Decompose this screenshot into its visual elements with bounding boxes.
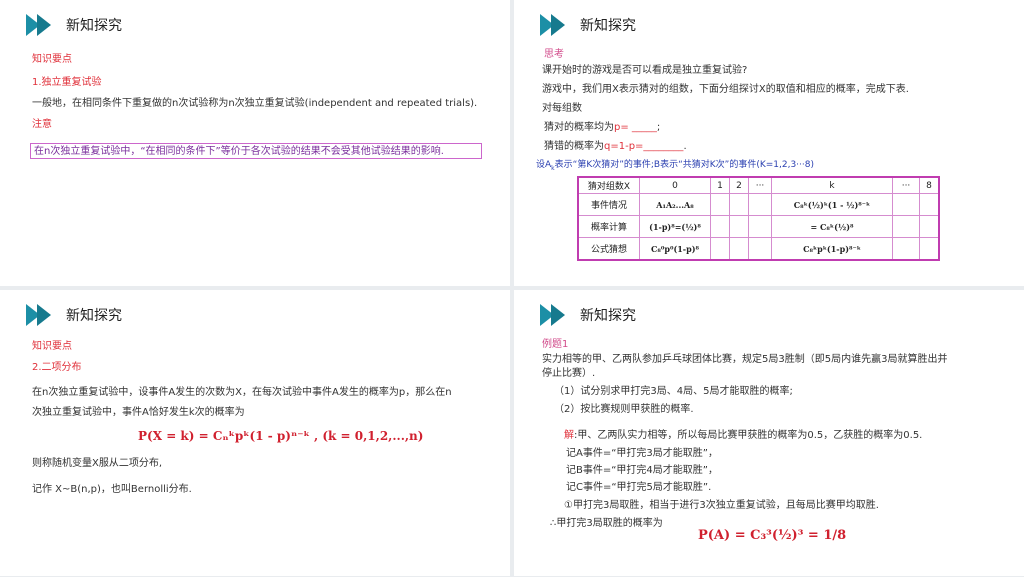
- table-cell: [892, 193, 920, 216]
- table-cell: C₈ᵏpᵏ(1-p)⁸⁻ᵏ: [771, 237, 893, 261]
- table-cell: C₈⁰p⁰(1-p)⁸: [639, 237, 711, 261]
- section-heading: 1.独立重复试验: [32, 77, 102, 88]
- table-cell: = C₈ᵏ(½)⁸: [771, 215, 893, 238]
- problem-line: 实力相等的甲、乙两队参加乒乓球团体比赛，规定5局3胜制（即5局内谁先赢3局就算胜…: [542, 354, 948, 365]
- table-header-cell: 0: [639, 176, 711, 194]
- sub-question: （1）试分别求甲打完3局、4局、5局才能取胜的概率;: [554, 386, 793, 397]
- slide-title: 新知探究: [66, 18, 122, 34]
- table-cell: [729, 237, 749, 261]
- row-label: 事件情况: [577, 193, 640, 216]
- think-label: 思考: [544, 49, 564, 60]
- slide-4: 新知探究 例题1 实力相等的甲、乙两队参加乒乓球团体比赛，规定5局3胜制（即5局…: [514, 290, 1024, 576]
- table-header-cell: 8: [919, 176, 940, 194]
- table-cell: [919, 193, 940, 216]
- event-line: 记B事件=“甲打完4局才能取胜”，: [566, 465, 718, 476]
- case-line: ①甲打完3局取胜，相当于进行3次独立重复试验，且每局比赛甲均取胜.: [564, 500, 879, 511]
- key-points-label: 知识要点: [32, 54, 72, 65]
- event-definition-text: 表示“第K次猜对”的事件;B表示“共猜对K次”的事件(K=1,2,3···8): [554, 160, 814, 170]
- wrong-prob-line: 猜错的概率为q=1-p=________.: [544, 140, 687, 154]
- wrong-prob-blank: q=1-p=________: [604, 141, 684, 152]
- table-header-cell: k: [771, 176, 893, 194]
- section-heading: 2.二项分布: [32, 362, 82, 373]
- probability-table: 猜对组数X 0 1 2 ··· k ··· 8 事件情况 A₁A₂...A₈ C…: [577, 176, 940, 261]
- table-row: 公式猜想 C₈⁰p⁰(1-p)⁸ C₈ᵏpᵏ(1-p)⁸⁻ᵏ: [577, 237, 940, 261]
- table-cell: [892, 215, 920, 238]
- sub-question: （2）按比赛规则甲获胜的概率.: [554, 404, 694, 415]
- instruction-line: 游戏中，我们用X表示猜对的组数，下面分组探讨X的取值和相应的概率，完成下表.: [542, 84, 909, 95]
- solution-text: :甲、乙两队实力相等，所以每局比赛甲获胜的概率为0.5，乙获胜的概率为0.5.: [574, 430, 923, 441]
- table-cell: [710, 193, 730, 216]
- slide-1: 新知探究 知识要点 1.独立重复试验 一般地，在相同条件下重复做的n次试验称为n…: [0, 0, 510, 286]
- problem-line: 停止比赛）.: [542, 368, 596, 379]
- table-cell: C₈ᵏ(½)ᵏ(1 - ½)⁸⁻ᵏ: [771, 193, 893, 216]
- note-label: 注意: [32, 119, 52, 130]
- row-label: 概率计算: [577, 215, 640, 238]
- binomial-formula: P(X = k) = Cₙᵏpᵏ(1 - p)ⁿ⁻ᵏ , (k = 0,1,2,…: [138, 429, 424, 443]
- correct-prob-line: 猜对的概率均为p= _____;: [544, 121, 660, 135]
- table-cell: [919, 237, 940, 261]
- table-header-cell: 2: [729, 176, 749, 194]
- slide-title: 新知探究: [580, 18, 636, 34]
- slide-3: 新知探究 知识要点 2.二项分布 在n次独立重复试验中，设事件A发生的次数为X，…: [0, 290, 510, 576]
- chevron-icon: [26, 14, 51, 36]
- slide-title: 新知探究: [66, 308, 122, 324]
- slide-header: 新知探究: [26, 304, 122, 326]
- paragraph-line: 次独立重复试验中，事件A恰好发生k次的概率为: [32, 407, 245, 418]
- correct-prob-blank: p= _____: [614, 122, 657, 133]
- table-row: 概率计算 (1-p)⁸=(½)⁸ = C₈ᵏ(½)⁸: [577, 215, 940, 238]
- event-line: 记C事件=“甲打完5局才能取胜”.: [566, 482, 712, 493]
- note-box: 在n次独立重复试验中，“在相同的条件下”等价于各次试验的结果不会受其他试验结果的…: [30, 143, 482, 159]
- conclusion-line: ∴甲打完3局取胜的概率为: [550, 518, 663, 529]
- table-cell: [748, 193, 772, 216]
- example-label: 例题1: [542, 339, 569, 350]
- key-points-label: 知识要点: [32, 341, 72, 352]
- table-header-row: 猜对组数X 0 1 2 ··· k ··· 8: [577, 176, 940, 194]
- solution-line: 解:甲、乙两队实力相等，所以每局比赛甲获胜的概率为0.5，乙获胜的概率为0.5.: [564, 429, 922, 443]
- table-header-cell: ···: [748, 176, 772, 194]
- table-row: 事件情况 A₁A₂...A₈ C₈ᵏ(½)ᵏ(1 - ½)⁸⁻ᵏ: [577, 193, 940, 216]
- slide-header: 新知探究: [26, 14, 122, 36]
- period: .: [683, 141, 687, 152]
- probability-formula: P(A) = C₃³(½)³ = 1/8: [698, 528, 847, 543]
- table-cell: (1-p)⁸=(½)⁸: [639, 215, 711, 238]
- table-cell: [919, 215, 940, 238]
- table-cell: A₁A₂...A₈: [639, 193, 711, 216]
- table-cell: [710, 215, 730, 238]
- table-cell: [892, 237, 920, 261]
- correct-prob-label: 猜对的概率均为: [544, 122, 614, 133]
- table-cell: [729, 193, 749, 216]
- table-cell: [748, 215, 772, 238]
- per-group-line: 对每组数: [542, 103, 582, 114]
- semicolon: ;: [656, 122, 661, 133]
- table-header-cell: ···: [892, 176, 920, 194]
- chevron-icon: [540, 304, 565, 326]
- wrong-prob-label: 猜错的概率为: [544, 141, 604, 152]
- solution-label: 解: [564, 430, 574, 441]
- definition-text: 一般地，在相同条件下重复做的n次试验称为n次独立重复试验(independent…: [32, 98, 478, 109]
- slide-header: 新知探究: [540, 14, 636, 36]
- chevron-icon: [26, 304, 51, 326]
- table-header-cell: 猜对组数X: [577, 176, 640, 194]
- row-label: 公式猜想: [577, 237, 640, 261]
- slide-header: 新知探究: [540, 304, 636, 326]
- table-cell: [710, 237, 730, 261]
- paragraph-line: 在n次独立重复试验中，设事件A发生的次数为X，在每次试验中事件A发生的概率为p，…: [32, 387, 452, 398]
- event-line: 记A事件=“甲打完3局才能取胜”，: [566, 448, 718, 459]
- slide-title: 新知探究: [580, 308, 636, 324]
- paragraph-line: 则称随机变量X服从二项分布,: [32, 458, 163, 469]
- question-line: 课开始时的游戏是否可以看成是独立重复试验?: [542, 65, 748, 76]
- table-cell: [748, 237, 772, 261]
- event-definition: 设Ak表示“第K次猜对”的事件;B表示“共猜对K次”的事件(K=1,2,3···…: [536, 158, 814, 176]
- table-cell: [729, 215, 749, 238]
- chevron-icon: [540, 14, 565, 36]
- event-a-prefix: 设A: [536, 160, 552, 170]
- table-header-cell: 1: [710, 176, 730, 194]
- paragraph-line: 记作 X~B(n,p)，也叫Bernolli分布.: [32, 484, 192, 495]
